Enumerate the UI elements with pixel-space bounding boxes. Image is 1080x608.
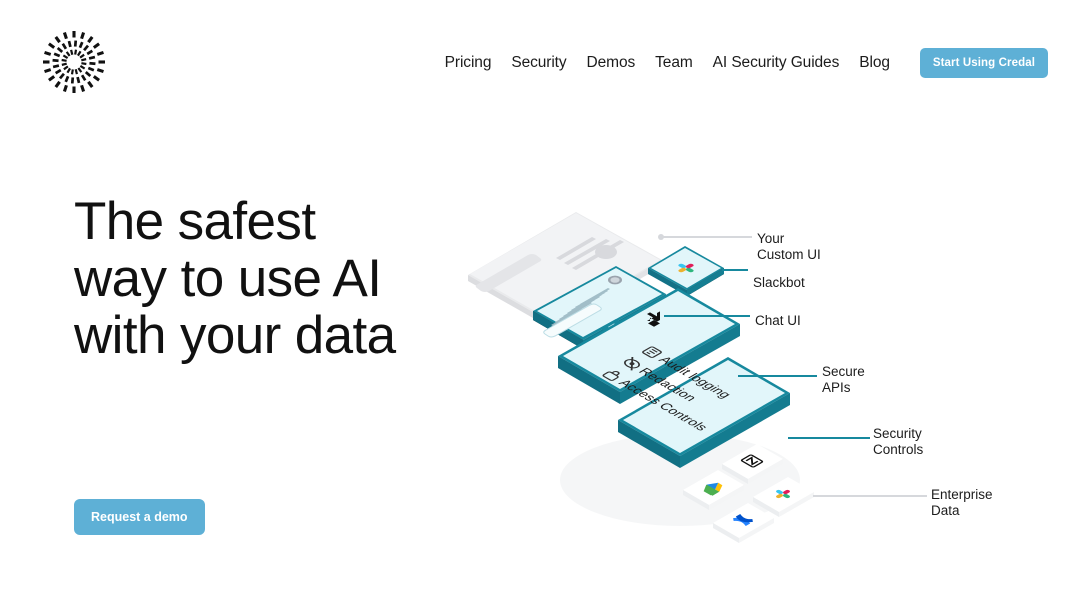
nav-link-demos[interactable]: Demos — [577, 50, 646, 76]
nav-link-blog[interactable]: Blog — [849, 50, 900, 76]
nav-link-pricing[interactable]: Pricing — [435, 50, 502, 76]
main-nav: Pricing Security Demos Team AI Security … — [435, 48, 1048, 78]
nav-link-security[interactable]: Security — [501, 50, 576, 76]
slackbot-card — [648, 246, 724, 296]
page-root: Pricing Security Demos Team AI Security … — [0, 0, 1080, 608]
robot-avatar-icon — [608, 275, 622, 285]
credal-radial-burst-logo[interactable] — [40, 28, 108, 96]
isometric-architecture-illustration: Audit logging Redaction Access Controls — [430, 180, 1080, 580]
start-using-credal-button[interactable]: Start Using Credal — [919, 48, 1048, 78]
site-header: Pricing Security Demos Team AI Security … — [0, 0, 1080, 124]
nav-link-ai-security-guides[interactable]: AI Security Guides — [703, 50, 850, 76]
request-a-demo-button[interactable]: Request a demo — [74, 499, 205, 535]
nav-link-team[interactable]: Team — [645, 50, 703, 76]
